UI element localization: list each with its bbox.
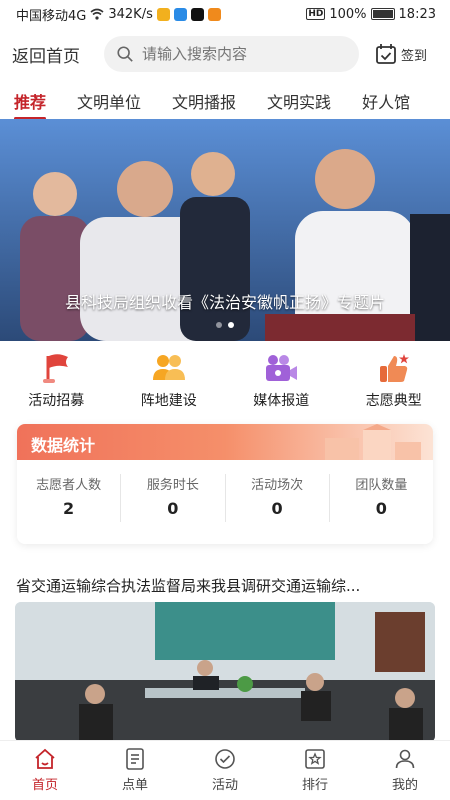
news-title[interactable]: 省交通运输综合执法监督局来我县调研交通运输综...	[16, 575, 436, 596]
quick-activity-recruit[interactable]: 活动招募	[0, 352, 113, 414]
stats-header: 数据统计	[17, 424, 433, 460]
news-photo	[15, 602, 435, 742]
quick-label: 志愿典型	[365, 393, 422, 409]
calendar-check-icon	[376, 44, 396, 64]
people-icon	[152, 355, 185, 380]
net-speed: 342K/s	[108, 6, 153, 22]
stat-volunteer-count: 志愿者人数 2	[17, 474, 122, 522]
quick-menu: 活动招募 阵地建设 媒体报道 志愿典型	[0, 352, 450, 414]
quick-media-report[interactable]: 媒体报道	[225, 352, 338, 414]
hd-badge: HD	[306, 8, 326, 20]
carousel-indicator	[0, 322, 450, 328]
stats-title: 数据统计	[31, 436, 96, 455]
quick-label: 阵地建设	[140, 393, 197, 409]
stat-activity-count: 活动场次 0	[226, 474, 330, 522]
thumbs-up-icon	[379, 354, 409, 382]
carousel-dot[interactable]	[216, 322, 222, 328]
wifi-icon	[90, 8, 104, 20]
carrier-label: 中国移动4G	[16, 8, 87, 24]
app-notification-icon	[173, 7, 187, 21]
stat-value: 0	[375, 499, 387, 518]
app-notification-icon	[190, 7, 204, 21]
stat-service-hours: 服务时长 0	[121, 474, 226, 522]
stat-team-count: 团队数量 0	[330, 474, 433, 522]
user-icon	[395, 749, 415, 769]
nav-order[interactable]: 点单	[90, 741, 180, 800]
ranking-star-icon	[305, 749, 325, 769]
app-notification-icon	[207, 7, 221, 21]
nav-label: 点单	[121, 778, 148, 793]
tab-civilized-broadcast[interactable]: 文明播报	[172, 89, 236, 113]
stats-card: 数据统计 志愿者人数 2 服务时长 0 活动场次 0 团队数量 0	[17, 424, 433, 544]
clock: 18:23	[398, 6, 436, 22]
carousel-dot-active[interactable]	[228, 322, 234, 328]
battery-percent: 100%	[329, 6, 367, 22]
nav-label: 首页	[31, 778, 58, 793]
stat-value: 0	[271, 499, 283, 518]
nav-activity[interactable]: 活动	[180, 741, 270, 800]
quick-position-building[interactable]: 阵地建设	[113, 352, 226, 414]
top-header: 返回首页 签到	[0, 34, 450, 74]
nav-home[interactable]: 首页	[0, 741, 90, 800]
order-icon	[126, 748, 144, 770]
banner-caption: 县科技局组织收看《法治安徽帆正扬》专题片	[64, 293, 385, 312]
app-notification-icon	[156, 7, 170, 21]
quick-volunteer-model[interactable]: 志愿典型	[338, 352, 450, 414]
checkin-button[interactable]: 签到	[375, 43, 427, 65]
checkin-label: 签到	[401, 48, 428, 64]
quick-label: 活动招募	[28, 393, 85, 409]
tab-civilized-units[interactable]: 文明单位	[77, 89, 141, 113]
category-tabs: 推荐 文明单位 文明播报 文明实践 好人馆	[0, 84, 450, 120]
flag-icon	[43, 354, 69, 383]
tab-good-people-hall[interactable]: 好人馆	[362, 89, 410, 113]
battery-icon	[370, 8, 395, 20]
search-input[interactable]	[142, 45, 342, 63]
back-home-button[interactable]: 返回首页	[12, 42, 96, 67]
banner-carousel[interactable]: 县科技局组织收看《法治安徽帆正扬》专题片	[0, 119, 450, 341]
tab-civilized-practice[interactable]: 文明实践	[267, 89, 331, 113]
building-decoration-icon	[325, 424, 421, 460]
status-bar: 中国移动4G 342K/s HD 100% 18:23	[0, 0, 450, 28]
nav-ranking[interactable]: 排行	[270, 741, 360, 800]
tab-recommend[interactable]: 推荐	[14, 89, 47, 120]
video-camera-icon	[266, 355, 298, 381]
search-bar[interactable]	[104, 36, 359, 72]
activity-check-icon	[215, 749, 235, 769]
stat-label: 服务时长	[146, 478, 199, 493]
bottom-navigation: 首页 点单 活动 排行 我的	[0, 740, 450, 800]
nav-label: 我的	[391, 778, 418, 793]
nav-mine[interactable]: 我的	[360, 741, 450, 800]
quick-label: 媒体报道	[253, 393, 310, 409]
stat-label: 团队数量	[355, 478, 408, 493]
stat-value: 0	[167, 499, 179, 518]
search-icon	[117, 46, 133, 62]
stat-label: 志愿者人数	[36, 478, 102, 493]
home-icon	[35, 748, 55, 769]
stat-label: 活动场次	[251, 478, 304, 493]
nav-label: 排行	[301, 778, 328, 793]
news-thumbnail[interactable]	[15, 602, 435, 742]
stat-value: 2	[63, 499, 75, 518]
nav-label: 活动	[211, 778, 238, 793]
